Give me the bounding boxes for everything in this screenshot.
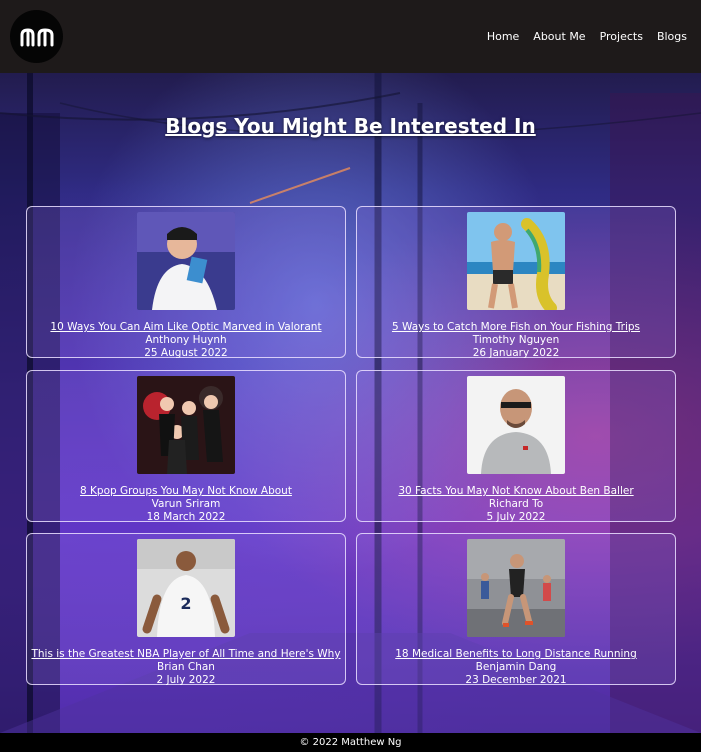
- blog-author: Brian Chan: [157, 661, 215, 673]
- blog-date: 18 March 2022: [146, 511, 226, 523]
- blog-author: Benjamin Dang: [475, 661, 557, 673]
- blogs-section: Blogs You Might Be Interested In 10 Ways…: [0, 73, 701, 733]
- running-photo: [467, 539, 565, 637]
- blog-date: 23 December 2021: [465, 674, 567, 686]
- portrait-photo: [467, 376, 565, 474]
- blog-date: 25 August 2022: [144, 347, 228, 359]
- blog-card: 30 Facts You May Not Know About Ben Ball…: [356, 370, 676, 523]
- blog-date: 2 July 2022: [156, 674, 216, 686]
- fishing-photo: [467, 212, 565, 310]
- nav-about-me[interactable]: About Me: [533, 30, 585, 43]
- kpop-photo: [137, 376, 235, 474]
- gamer-photo: [137, 212, 235, 310]
- blog-title-link[interactable]: 30 Facts You May Not Know About Ben Ball…: [357, 485, 675, 498]
- blog-card: 5 Ways to Catch More Fish on Your Fishin…: [356, 206, 676, 359]
- blog-author: Varun Sriram: [151, 498, 221, 510]
- blog-title-link[interactable]: This is the Greatest NBA Player of All T…: [27, 648, 345, 661]
- footer-copyright: © 2022 Matthew Ng: [299, 737, 402, 748]
- page-title: Blogs You Might Be Interested In: [165, 114, 536, 138]
- blog-title-link[interactable]: 5 Ways to Catch More Fish on Your Fishin…: [357, 321, 675, 334]
- nav-projects[interactable]: Projects: [600, 30, 643, 43]
- navbar: Home About Me Projects Blogs: [0, 0, 701, 73]
- footer: © 2022 Matthew Ng: [0, 733, 701, 752]
- blog-title-link[interactable]: 10 Ways You Can Aim Like Optic Marved in…: [27, 321, 345, 334]
- blog-date: 5 July 2022: [486, 511, 546, 523]
- blog-author: Anthony Huynh: [145, 334, 227, 346]
- nav-home[interactable]: Home: [487, 30, 519, 43]
- blog-title-link[interactable]: 8 Kpop Groups You May Not Know About: [27, 485, 345, 498]
- blog-author: Timothy Nguyen: [472, 334, 560, 346]
- blog-card: 18 Medical Benefits to Long Distance Run…: [356, 533, 676, 686]
- logo-mark: [20, 27, 53, 46]
- blog-card: 8 Kpop Groups You May Not Know About Var…: [26, 370, 346, 523]
- blog-card: 10 Ways You Can Aim Like Optic Marved in…: [26, 206, 346, 359]
- basketball-photo: 2: [137, 539, 235, 637]
- blog-title-link[interactable]: 18 Medical Benefits to Long Distance Run…: [357, 648, 675, 661]
- blog-card: 2 This is the Greatest NBA Player of All…: [26, 533, 346, 686]
- nav-blogs[interactable]: Blogs: [657, 30, 687, 43]
- nav-links: Home About Me Projects Blogs: [487, 30, 687, 43]
- svg-text:2: 2: [180, 594, 191, 613]
- logo[interactable]: [10, 10, 63, 63]
- blog-author: Richard To: [488, 498, 544, 510]
- blog-date: 26 January 2022: [472, 347, 560, 359]
